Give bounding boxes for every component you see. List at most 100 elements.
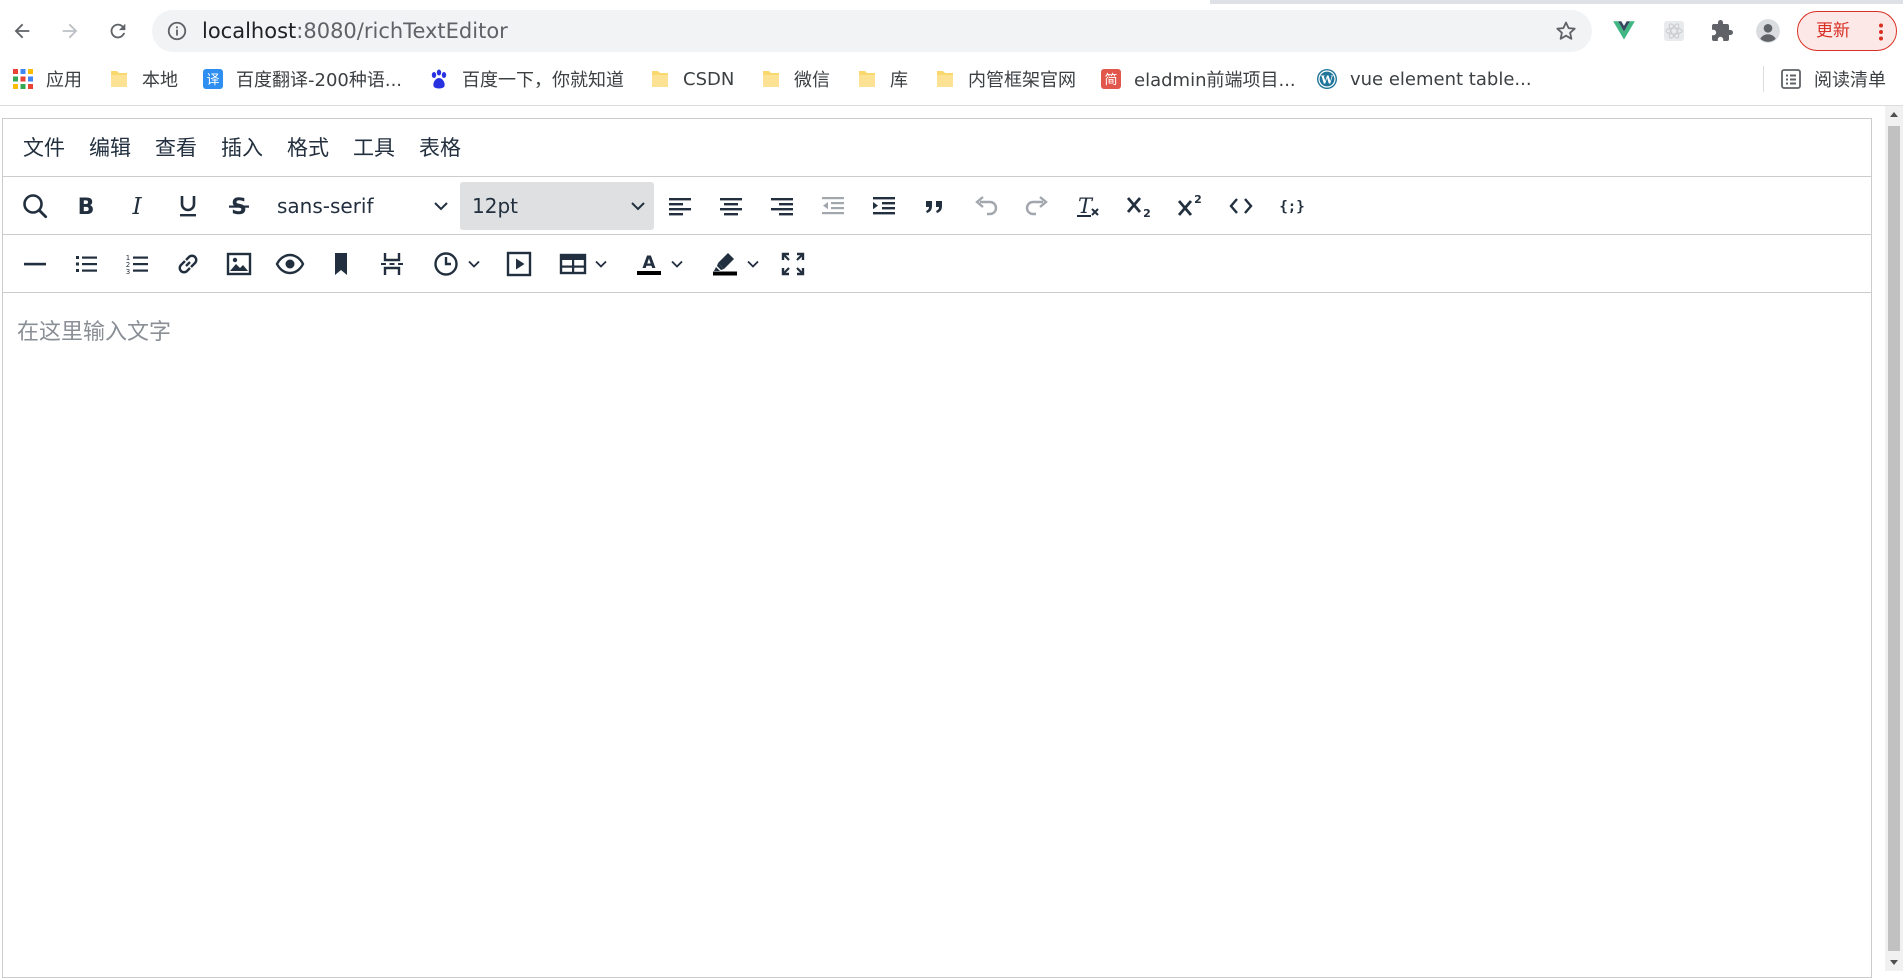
font-family-select[interactable]: sans-serif	[265, 182, 457, 230]
underline-button[interactable]	[168, 187, 208, 225]
svg-text:{;}: {;}	[1279, 199, 1304, 215]
subscript-button[interactable]: 2	[1119, 187, 1159, 225]
font-family-value: sans-serif	[277, 194, 374, 218]
code-icon	[1229, 198, 1253, 214]
bookmark-library[interactable]: 库	[856, 58, 908, 100]
superscript-button[interactable]: 2	[1170, 187, 1210, 225]
bookmark-label: 应用	[46, 70, 82, 91]
reload-button[interactable]	[100, 13, 136, 49]
align-center-icon	[720, 198, 742, 216]
align-right-icon	[771, 198, 793, 216]
address-bar[interactable]: localhost:8080/richTextEditor	[152, 10, 1592, 52]
bookmark-eladmin[interactable]: 简 eladmin前端项目...	[1100, 58, 1296, 100]
bold-button[interactable]: B	[66, 187, 106, 225]
table-button[interactable]	[550, 245, 616, 283]
strikethrough-icon: S	[229, 195, 249, 220]
vue-devtools-extension[interactable]	[1610, 17, 1638, 45]
code-sample-button[interactable]: {;}	[1272, 187, 1312, 225]
menu-file[interactable]: 文件	[19, 133, 69, 163]
menu-tools[interactable]: 工具	[349, 133, 399, 163]
folder-icon	[652, 71, 668, 87]
table-icon	[559, 253, 587, 275]
star-icon[interactable]	[1554, 19, 1578, 43]
bookmark-framework-site[interactable]: 内管框架官网	[934, 58, 1076, 100]
url-text[interactable]: localhost:8080/richTextEditor	[202, 10, 508, 52]
link-icon	[178, 254, 198, 274]
profile-button[interactable]	[1754, 17, 1782, 45]
outdent-button[interactable]	[813, 187, 853, 225]
bookmarks-divider	[1763, 66, 1764, 92]
bookmarks-bar: 应用 本地 译 百度翻译-200种语... 百度一下，你就知道 CSDN 微信 …	[0, 58, 1903, 100]
insert-datetime-button[interactable]	[423, 245, 489, 283]
image-icon	[226, 252, 252, 276]
menu-table[interactable]: 表格	[415, 133, 465, 163]
font-size-select[interactable]: 12pt	[460, 182, 654, 230]
page-scrollbar[interactable]	[1885, 106, 1903, 971]
bullet-list-button[interactable]	[66, 245, 106, 283]
forward-button[interactable]	[52, 13, 88, 49]
numbered-list-button[interactable]: 123	[117, 245, 157, 283]
bookmark-vue-element-table[interactable]: W vue element table...	[1316, 58, 1532, 100]
svg-text:2: 2	[1194, 193, 1202, 206]
bookmark-label: 阅读清单	[1814, 70, 1886, 91]
menu-view[interactable]: 查看	[151, 133, 201, 163]
scroll-down-arrow[interactable]	[1890, 960, 1898, 965]
align-right-button[interactable]	[762, 187, 802, 225]
bookmark-apps[interactable]: 应用	[12, 58, 82, 100]
react-extension[interactable]	[1660, 17, 1688, 45]
indent-button[interactable]	[864, 187, 904, 225]
remove-format-button[interactable]: T	[1068, 187, 1108, 225]
bookmark-baidu[interactable]: 百度一下，你就知道	[428, 58, 624, 100]
scrollbar-thumb[interactable]	[1888, 126, 1900, 951]
outdent-icon	[822, 197, 844, 215]
page-break-button[interactable]	[372, 245, 412, 283]
preview-button[interactable]	[270, 245, 310, 283]
chevron-down-icon[interactable]	[594, 257, 608, 271]
link-button[interactable]	[168, 245, 208, 283]
puzzle-icon	[1712, 20, 1733, 41]
bookmark-baidu-translate[interactable]: 译 百度翻译-200种语...	[202, 58, 402, 100]
url-host: localhost	[202, 19, 297, 43]
align-left-button[interactable]	[660, 187, 700, 225]
search-replace-button[interactable]	[15, 187, 55, 225]
clock-icon	[434, 252, 458, 276]
fullscreen-button[interactable]	[773, 245, 813, 283]
image-button[interactable]	[219, 245, 259, 283]
update-label: 更新	[1816, 21, 1850, 41]
highlight-color-button[interactable]	[702, 245, 768, 283]
horizontal-rule-button[interactable]	[15, 245, 55, 283]
blockquote-button[interactable]	[915, 187, 955, 225]
chevron-down-icon[interactable]	[746, 257, 760, 271]
svg-text:译: 译	[206, 73, 219, 88]
vue-logo-icon	[1613, 21, 1635, 40]
text-color-button[interactable]: A	[626, 245, 692, 283]
undo-button[interactable]	[966, 187, 1006, 225]
menu-insert[interactable]: 插入	[217, 133, 267, 163]
info-icon[interactable]	[166, 20, 188, 42]
bold-icon: B	[78, 195, 95, 220]
menu-edit[interactable]: 编辑	[85, 133, 135, 163]
bookmark-anchor-button[interactable]	[321, 245, 361, 283]
extensions-button[interactable]	[1708, 17, 1736, 45]
scroll-up-arrow[interactable]	[1890, 112, 1898, 117]
underline-icon	[180, 196, 196, 217]
bookmark-label: eladmin前端项目...	[1134, 70, 1296, 91]
bookmark-wechat[interactable]: 微信	[760, 58, 830, 100]
back-button[interactable]	[4, 13, 40, 49]
media-button[interactable]	[499, 245, 539, 283]
align-center-button[interactable]	[711, 187, 751, 225]
bookmark-local[interactable]: 本地	[108, 58, 178, 100]
update-button[interactable]: 更新	[1797, 11, 1897, 51]
fullscreen-icon	[781, 252, 805, 276]
redo-button[interactable]	[1017, 187, 1057, 225]
reading-list-button[interactable]: 阅读清单	[1780, 58, 1886, 100]
bookmark-csdn[interactable]: CSDN	[649, 58, 734, 100]
editor-content-area[interactable]: 在这里输入文字	[3, 294, 1871, 974]
menu-format[interactable]: 格式	[283, 133, 333, 163]
code-button[interactable]	[1221, 187, 1261, 225]
reading-list-icon	[1781, 69, 1801, 89]
strikethrough-button[interactable]: S	[219, 187, 259, 225]
chevron-down-icon[interactable]	[670, 257, 684, 271]
chevron-down-icon[interactable]	[467, 257, 481, 271]
italic-button[interactable]: I	[117, 187, 157, 225]
